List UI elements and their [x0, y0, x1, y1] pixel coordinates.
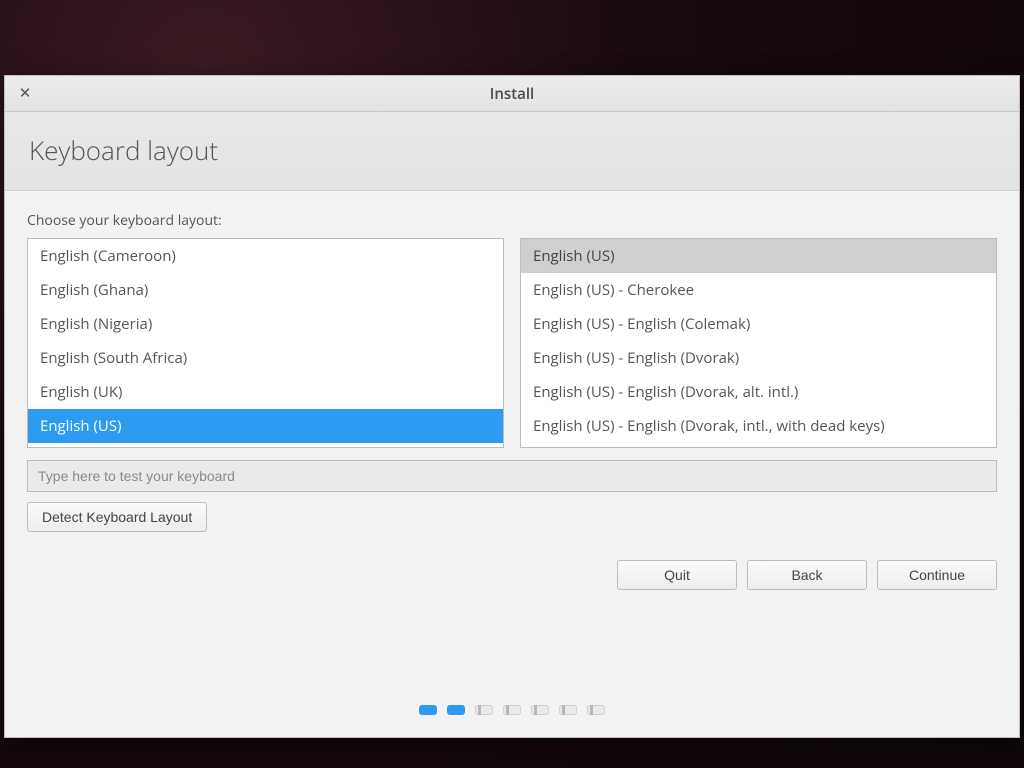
detect-keyboard-button[interactable]: Detect Keyboard Layout	[27, 502, 207, 532]
progress-dot	[531, 705, 549, 715]
progress-dot	[475, 705, 493, 715]
progress-dot	[503, 705, 521, 715]
close-icon[interactable]: ✕	[15, 84, 35, 104]
nav-row: Quit Back Continue	[27, 560, 997, 590]
page-header: Keyboard layout	[5, 112, 1019, 191]
progress-dots	[5, 705, 1019, 715]
list-item[interactable]: English (US) - English (Dvorak)	[521, 341, 996, 375]
variant-listbox[interactable]: English (US)English (US) - CherokeeEngli…	[520, 238, 997, 448]
keyboard-test-input[interactable]	[27, 460, 997, 492]
prompt-label: Choose your keyboard layout:	[27, 211, 997, 230]
list-item[interactable]: English (US)	[28, 409, 503, 443]
progress-dot	[447, 705, 465, 715]
progress-dot	[419, 705, 437, 715]
list-item[interactable]: English (US) - English (Dvorak, alt. int…	[521, 375, 996, 409]
quit-button[interactable]: Quit	[617, 560, 737, 590]
continue-button[interactable]: Continue	[877, 560, 997, 590]
progress-dot	[559, 705, 577, 715]
content-area: Choose your keyboard layout: English (Ca…	[5, 191, 1019, 737]
list-item[interactable]: English (US) - English (Colemak)	[521, 307, 996, 341]
list-item[interactable]: English (Nigeria)	[28, 307, 503, 341]
list-item[interactable]: English (US) - Cherokee	[521, 273, 996, 307]
installer-window: ✕ Install Keyboard layout Choose your ke…	[4, 75, 1020, 738]
layout-listbox[interactable]: English (Cameroon)English (Ghana)English…	[27, 238, 504, 448]
list-item[interactable]: English (US)	[521, 239, 996, 273]
list-item[interactable]: English (Cameroon)	[28, 239, 503, 273]
titlebar: ✕ Install	[5, 76, 1019, 112]
list-item[interactable]: English (South Africa)	[28, 341, 503, 375]
desktop-background: ✕ Install Keyboard layout Choose your ke…	[0, 0, 1024, 768]
list-item[interactable]: English (US) - English (Dvorak, left-han…	[521, 443, 996, 448]
list-item[interactable]: English (UK)	[28, 375, 503, 409]
back-button[interactable]: Back	[747, 560, 867, 590]
layout-lists: English (Cameroon)English (Ghana)English…	[27, 238, 997, 448]
detect-row: Detect Keyboard Layout	[27, 502, 997, 532]
list-item[interactable]: English (US) - English (Dvorak, intl., w…	[521, 409, 996, 443]
page-title: Keyboard layout	[29, 132, 995, 168]
list-item[interactable]: English (Ghana)	[28, 273, 503, 307]
window-title: Install	[5, 84, 1019, 104]
progress-dot	[587, 705, 605, 715]
